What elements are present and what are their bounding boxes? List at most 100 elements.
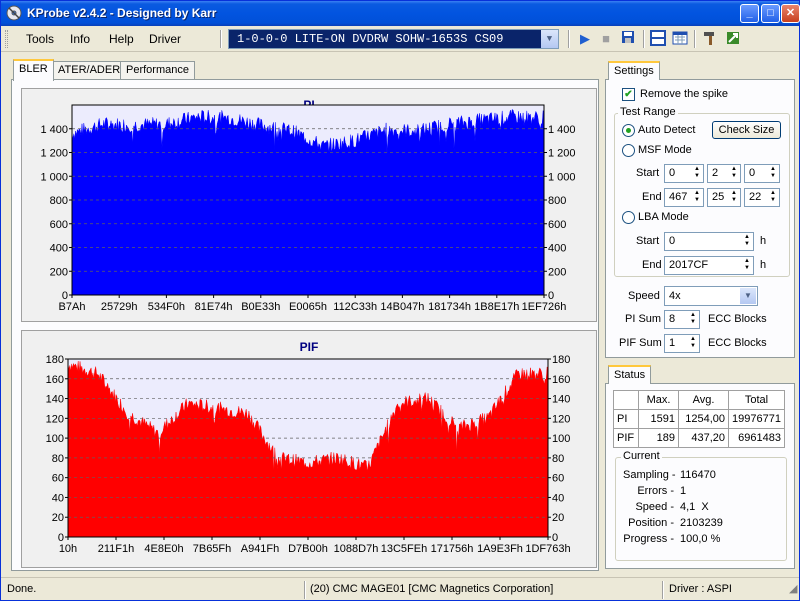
chevron-down-icon[interactable]: ▼ [740,288,756,304]
position-value: 2103239 [680,517,723,529]
pi-x-tick: E0065h [289,301,327,313]
msf-end-frame[interactable]: 22 ▲ ▼ [744,188,780,207]
test-range-label: Test Range [618,106,678,118]
settings-panel: ✔ Remove the spike Test Range Auto Detec… [605,79,795,358]
title-bar[interactable]: KProbe v2.4.2 - Designed by Karr _ □ ✕ [1,1,800,26]
sampling-label: Sampling - [623,469,676,481]
pi-y-tick-right: 1 200 [548,148,576,160]
spin-arrows-icon[interactable]: ▲ ▼ [768,190,778,205]
maximize-button[interactable]: □ [761,4,780,23]
pi-y-tick-right: 800 [548,195,566,207]
tab-settings[interactable]: Settings [608,61,660,80]
menu-driver[interactable]: Driver [149,32,181,46]
remove-spike-label: Remove the spike [640,88,729,100]
lba-mode-radio[interactable] [622,211,635,224]
tab-ater-ader[interactable]: ATER/ADER [52,61,127,80]
pif-y-tick-left: 60 [52,473,64,485]
lba-end-input[interactable]: 2017CF ▲ ▼ [664,256,754,275]
driver-info: Driver : ASPI [669,583,732,595]
status-header-avg: Avg. [678,390,729,410]
spin-arrows-icon[interactable]: ▲ ▼ [742,258,752,273]
menu-help[interactable]: Help [109,32,134,46]
speed-select[interactable]: 4x ▼ [664,286,758,306]
msf-end-sec[interactable]: 25 ▲ ▼ [707,188,741,207]
save-icon[interactable] [619,30,637,48]
pi-sum-input[interactable]: 8 ▲ ▼ [664,310,700,329]
toolbar-separator [643,30,645,48]
spin-arrows-icon[interactable]: ▲ ▼ [742,234,752,249]
spin-arrows-icon[interactable]: ▲ ▼ [688,312,698,327]
current-label: Current [621,450,662,462]
app-disc-icon [6,5,22,21]
msf-end-min[interactable]: 467 ▲ ▼ [664,188,704,207]
tab-bler[interactable]: BLER [13,59,54,81]
lba-start-input[interactable]: 0 ▲ ▼ [664,232,754,251]
table-row: PIF 189 437,20 6961483 [613,428,785,448]
remove-spike-checkbox[interactable]: ✔ [622,88,635,101]
pif-x-tick: 1088D7h [334,543,379,555]
progress-value: 100,0 % [680,533,721,545]
msf-start-frame-value: 0 [749,167,756,179]
spin-arrows-icon[interactable]: ▲ ▼ [729,190,739,205]
menu-info[interactable]: Info [70,32,90,46]
pi-x-tick: 81E74h [195,301,233,313]
chevron-down-icon[interactable]: ▼ [541,30,558,48]
pi-y-tick-left: 400 [50,243,68,255]
exit-icon[interactable] [724,30,742,48]
lba-mode-label: LBA Mode [638,211,689,223]
pif-x-tick: 1DF763h [525,543,570,555]
calendar-icon[interactable] [671,30,689,48]
pif-y-tick-left: 80 [52,453,64,465]
menu-tools[interactable]: Tools [26,32,54,46]
lba-end-label: End [642,259,662,271]
status-bar: Done. (20) CMC MAGE01 [CMC Magnetics Cor… [1,577,799,601]
speed-select-value: 4x [669,290,681,302]
play-icon[interactable]: ▶ [576,30,594,48]
drive-select-value: 1-0-0-0 LITE-ON DVDRW SOHW-1653S CS09 [237,32,504,46]
msf-start-min-value: 0 [669,167,676,179]
check-size-button[interactable]: Check Size [712,121,781,139]
msf-start-frame[interactable]: 0 ▲ ▼ [744,164,780,183]
tab-performance[interactable]: Performance [120,61,195,80]
lba-start-unit: h [760,235,767,247]
spin-arrows-icon[interactable]: ▲ ▼ [692,190,702,205]
status-total: 19976771 [728,409,785,429]
drive-select[interactable]: 1-0-0-0 LITE-ON DVDRW SOHW-1653S CS09 ▼ [228,29,559,49]
speed-label: Speed [628,290,660,302]
status-header-row: Max. Avg. Total [613,390,785,410]
table-row: PI 1591 1254,00 19976771 [613,409,785,429]
minimize-button[interactable]: _ [740,4,759,23]
resize-grip-icon[interactable]: ◢ [785,581,797,599]
status-max: 189 [638,428,679,448]
pif-y-tick-right: 180 [552,354,570,366]
layout-icon[interactable] [649,30,667,48]
msf-start-sec[interactable]: 2 ▲ ▼ [707,164,741,183]
spin-arrows-icon[interactable]: ▲ ▼ [768,166,778,181]
pif-chart: PIF 0 0 20 20 40 40 60 60 80 80 100 100 120 120 140 140… [21,330,597,568]
pif-x-tick: 211F1h [98,543,135,555]
hammer-icon[interactable] [701,30,719,48]
pif-x-tick: 1A9E3Fh [477,543,523,555]
msf-end-label: End [642,191,662,203]
tab-status[interactable]: Status [608,365,652,384]
spin-arrows-icon[interactable]: ▲ ▼ [692,166,702,181]
msf-start-min[interactable]: 0 ▲ ▼ [664,164,704,183]
progress-label: Progress - [623,533,674,545]
auto-detect-radio[interactable] [622,124,635,137]
pif-sum-input[interactable]: 1 ▲ ▼ [664,334,700,353]
pi-y-tick-right: 200 [548,266,566,278]
pif-chart-plot: 0 020 2040 4060 6080 80100 100120 120140 140160 1… [46,354,571,555]
spin-arrows-icon[interactable]: ▲ ▼ [688,336,698,351]
status-divider [662,581,664,599]
pi-x-tick: B0E33h [241,301,280,313]
pi-x-tick: B7Ah [59,301,86,313]
pi-chart-plot: 0 0200 200400 400600 600800 8001 000 1 0001 20… [40,104,576,313]
close-button[interactable]: ✕ [781,4,800,23]
lba-end-unit: h [760,259,767,271]
pi-y-tick-right: 1 400 [548,124,576,136]
spin-arrows-icon[interactable]: ▲ ▼ [729,166,739,181]
stop-icon[interactable]: ■ [597,30,615,48]
pi-y-tick-right: 400 [548,243,566,255]
pif-x-tick: D7B00h [288,543,328,555]
msf-mode-radio[interactable] [622,144,635,157]
